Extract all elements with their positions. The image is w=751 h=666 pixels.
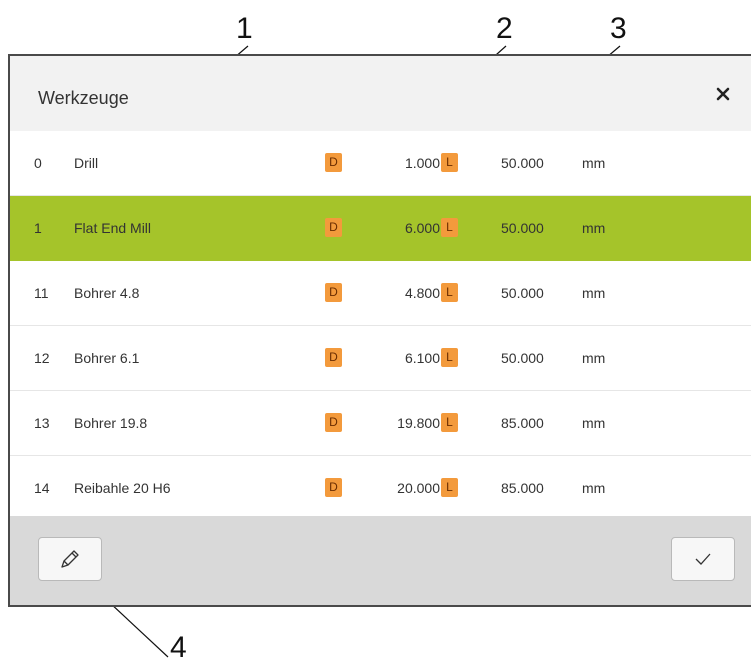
tool-unit: mm [582,350,606,366]
tool-number: 12 [34,350,50,366]
tool-unit: mm [582,220,606,236]
dialog-header: Werkzeuge [10,56,751,131]
tool-unit: mm [582,480,606,496]
tool-row[interactable]: 12 Bohrer 6.1 D 6.100 L 50.000 mm [10,326,751,391]
tool-name: Reibahle 20 H6 [74,480,171,496]
tool-diameter: 6.000 [404,220,440,236]
checkmark-icon [695,553,711,565]
tool-name: Bohrer 6.1 [74,350,140,366]
tool-number: 13 [34,415,50,431]
tool-length: 50.000 [501,220,544,236]
tool-name: Bohrer 4.8 [74,285,140,301]
tool-length: 85.000 [501,415,544,431]
tool-number: 14 [34,480,50,496]
tool-name: Drill [74,155,99,171]
diameter-badge: D [325,478,342,497]
length-badge: L [441,478,458,497]
tool-row[interactable]: 13 Bohrer 19.8 D 19.800 L 85.000 mm [10,391,751,456]
dialog-title: Werkzeuge [38,88,129,108]
tool-row[interactable]: 0 Drill D 1.000 L 50.000 mm [10,131,751,196]
tool-diameter: 1.000 [404,155,440,171]
length-badge: L [441,283,458,302]
length-badge: L [441,218,458,237]
tool-number: 0 [34,155,42,171]
close-icon [716,87,730,101]
diameter-badge: D [325,283,342,302]
tool-list: 0 Drill D 1.000 L 50.000 mm 1 Flat End Mill D 6.00… [10,131,751,521]
callout-4: 4 [170,631,187,664]
tool-unit: mm [582,155,606,171]
diameter-badge: D [325,413,342,432]
tool-table-dialog: Werkzeuge 0 Drill D 1.000 L 50.000 mm 1 Flat End… [8,54,751,607]
tool-diameter: 6.100 [404,350,440,366]
tool-length: 50.000 [501,285,544,301]
tool-diameter: 19.800 [397,415,440,431]
length-badge: L [441,348,458,367]
close-button[interactable] [711,82,735,106]
length-badge: L [441,153,458,172]
length-badge: L [441,413,458,432]
tool-number: 1 [34,220,42,236]
tool-row[interactable]: 11 Bohrer 4.8 D 4.800 L 50.000 mm [10,261,751,326]
tool-length: 50.000 [501,155,544,171]
tool-length: 85.000 [501,480,544,496]
tool-row[interactable]: 1 Flat End Mill D 6.000 L 50.000 mm [10,196,751,261]
edit-button[interactable] [38,537,102,581]
callout-1: 1 [236,12,253,45]
tool-length: 50.000 [501,350,544,366]
callout-2: 2 [496,12,513,45]
tool-name: Flat End Mill [74,220,152,236]
diameter-badge: D [325,348,342,367]
dialog-footer [10,516,751,605]
callout-3: 3 [610,12,627,45]
tool-row[interactable]: 14 Reibahle 20 H6 D 20.000 L 85.000 mm [10,456,751,521]
diameter-badge: D [325,153,342,172]
tool-number: 11 [34,285,49,301]
confirm-button[interactable] [671,537,735,581]
pencil-icon [61,550,79,568]
diameter-badge: D [325,218,342,237]
tool-unit: mm [582,285,606,301]
tool-name: Bohrer 19.8 [74,415,148,431]
tool-diameter: 4.800 [404,285,440,301]
tool-unit: mm [582,415,606,431]
tool-diameter: 20.000 [397,480,440,496]
